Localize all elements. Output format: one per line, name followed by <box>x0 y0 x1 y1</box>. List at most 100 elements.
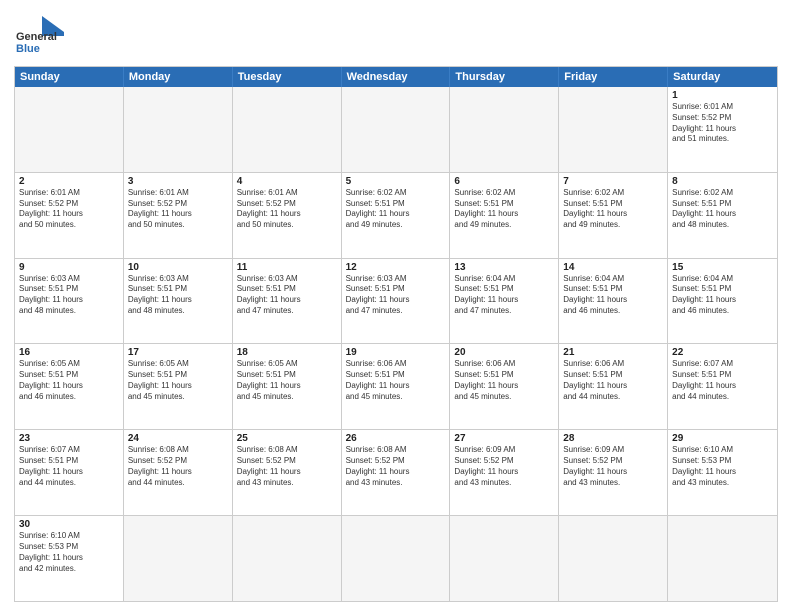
calendar-cell: 10Sunrise: 6:03 AM Sunset: 5:51 PM Dayli… <box>124 259 233 344</box>
calendar-cell: 7Sunrise: 6:02 AM Sunset: 5:51 PM Daylig… <box>559 173 668 258</box>
calendar-row: 2Sunrise: 6:01 AM Sunset: 5:52 PM Daylig… <box>15 173 777 259</box>
day-number: 29 <box>672 433 773 444</box>
day-number: 26 <box>346 433 446 444</box>
cell-info: Sunrise: 6:01 AM Sunset: 5:52 PM Dayligh… <box>128 188 228 231</box>
cell-info: Sunrise: 6:02 AM Sunset: 5:51 PM Dayligh… <box>563 188 663 231</box>
calendar-cell: 22Sunrise: 6:07 AM Sunset: 5:51 PM Dayli… <box>668 344 777 429</box>
cell-info: Sunrise: 6:04 AM Sunset: 5:51 PM Dayligh… <box>454 274 554 317</box>
cell-info: Sunrise: 6:09 AM Sunset: 5:52 PM Dayligh… <box>563 445 663 488</box>
cell-info: Sunrise: 6:06 AM Sunset: 5:51 PM Dayligh… <box>346 359 446 402</box>
header: General Blue <box>14 12 778 60</box>
calendar-header-day: Saturday <box>668 67 777 87</box>
calendar-cell: 12Sunrise: 6:03 AM Sunset: 5:51 PM Dayli… <box>342 259 451 344</box>
calendar-cell <box>342 87 451 172</box>
cell-info: Sunrise: 6:02 AM Sunset: 5:51 PM Dayligh… <box>454 188 554 231</box>
calendar-cell: 25Sunrise: 6:08 AM Sunset: 5:52 PM Dayli… <box>233 430 342 515</box>
calendar-cell: 20Sunrise: 6:06 AM Sunset: 5:51 PM Dayli… <box>450 344 559 429</box>
cell-info: Sunrise: 6:08 AM Sunset: 5:52 PM Dayligh… <box>128 445 228 488</box>
day-number: 27 <box>454 433 554 444</box>
cell-info: Sunrise: 6:04 AM Sunset: 5:51 PM Dayligh… <box>672 274 773 317</box>
cell-info: Sunrise: 6:08 AM Sunset: 5:52 PM Dayligh… <box>346 445 446 488</box>
day-number: 14 <box>563 262 663 273</box>
day-number: 25 <box>237 433 337 444</box>
day-number: 23 <box>19 433 119 444</box>
day-number: 21 <box>563 347 663 358</box>
calendar-cell: 9Sunrise: 6:03 AM Sunset: 5:51 PM Daylig… <box>15 259 124 344</box>
svg-text:Blue: Blue <box>16 43 40 55</box>
calendar-cell: 15Sunrise: 6:04 AM Sunset: 5:51 PM Dayli… <box>668 259 777 344</box>
calendar-cell: 26Sunrise: 6:08 AM Sunset: 5:52 PM Dayli… <box>342 430 451 515</box>
calendar-cell <box>124 516 233 601</box>
day-number: 1 <box>672 90 773 101</box>
calendar-cell: 17Sunrise: 6:05 AM Sunset: 5:51 PM Dayli… <box>124 344 233 429</box>
cell-info: Sunrise: 6:01 AM Sunset: 5:52 PM Dayligh… <box>672 102 773 145</box>
cell-info: Sunrise: 6:01 AM Sunset: 5:52 PM Dayligh… <box>237 188 337 231</box>
day-number: 28 <box>563 433 663 444</box>
calendar: SundayMondayTuesdayWednesdayThursdayFrid… <box>14 66 778 602</box>
cell-info: Sunrise: 6:04 AM Sunset: 5:51 PM Dayligh… <box>563 274 663 317</box>
cell-info: Sunrise: 6:03 AM Sunset: 5:51 PM Dayligh… <box>128 274 228 317</box>
cell-info: Sunrise: 6:10 AM Sunset: 5:53 PM Dayligh… <box>19 531 119 574</box>
cell-info: Sunrise: 6:06 AM Sunset: 5:51 PM Dayligh… <box>563 359 663 402</box>
day-number: 9 <box>19 262 119 273</box>
svg-text:General: General <box>16 31 57 43</box>
cell-info: Sunrise: 6:06 AM Sunset: 5:51 PM Dayligh… <box>454 359 554 402</box>
day-number: 7 <box>563 176 663 187</box>
calendar-cell: 2Sunrise: 6:01 AM Sunset: 5:52 PM Daylig… <box>15 173 124 258</box>
cell-info: Sunrise: 6:01 AM Sunset: 5:52 PM Dayligh… <box>19 188 119 231</box>
calendar-row: 9Sunrise: 6:03 AM Sunset: 5:51 PM Daylig… <box>15 259 777 345</box>
day-number: 24 <box>128 433 228 444</box>
cell-info: Sunrise: 6:05 AM Sunset: 5:51 PM Dayligh… <box>19 359 119 402</box>
logo-area: General Blue <box>14 12 68 60</box>
cell-info: Sunrise: 6:03 AM Sunset: 5:51 PM Dayligh… <box>237 274 337 317</box>
calendar-row: 16Sunrise: 6:05 AM Sunset: 5:51 PM Dayli… <box>15 344 777 430</box>
calendar-header-day: Friday <box>559 67 668 87</box>
calendar-cell <box>559 87 668 172</box>
day-number: 20 <box>454 347 554 358</box>
calendar-cell: 19Sunrise: 6:06 AM Sunset: 5:51 PM Dayli… <box>342 344 451 429</box>
day-number: 11 <box>237 262 337 273</box>
calendar-cell <box>450 87 559 172</box>
calendar-cell: 13Sunrise: 6:04 AM Sunset: 5:51 PM Dayli… <box>450 259 559 344</box>
cell-info: Sunrise: 6:05 AM Sunset: 5:51 PM Dayligh… <box>128 359 228 402</box>
day-number: 17 <box>128 347 228 358</box>
cell-info: Sunrise: 6:07 AM Sunset: 5:51 PM Dayligh… <box>19 445 119 488</box>
calendar-cell <box>668 516 777 601</box>
calendar-header-day: Thursday <box>450 67 559 87</box>
calendar-body: 1Sunrise: 6:01 AM Sunset: 5:52 PM Daylig… <box>15 87 777 601</box>
day-number: 19 <box>346 347 446 358</box>
calendar-cell: 30Sunrise: 6:10 AM Sunset: 5:53 PM Dayli… <box>15 516 124 601</box>
day-number: 8 <box>672 176 773 187</box>
calendar-cell: 8Sunrise: 6:02 AM Sunset: 5:51 PM Daylig… <box>668 173 777 258</box>
day-number: 5 <box>346 176 446 187</box>
day-number: 6 <box>454 176 554 187</box>
cell-info: Sunrise: 6:09 AM Sunset: 5:52 PM Dayligh… <box>454 445 554 488</box>
calendar-header-day: Tuesday <box>233 67 342 87</box>
calendar-cell <box>450 516 559 601</box>
calendar-row: 1Sunrise: 6:01 AM Sunset: 5:52 PM Daylig… <box>15 87 777 173</box>
day-number: 15 <box>672 262 773 273</box>
day-number: 10 <box>128 262 228 273</box>
cell-info: Sunrise: 6:03 AM Sunset: 5:51 PM Dayligh… <box>346 274 446 317</box>
general-blue-logo: General Blue <box>14 12 68 60</box>
day-number: 30 <box>19 519 119 530</box>
day-number: 18 <box>237 347 337 358</box>
calendar-cell <box>233 87 342 172</box>
calendar-cell: 14Sunrise: 6:04 AM Sunset: 5:51 PM Dayli… <box>559 259 668 344</box>
day-number: 12 <box>346 262 446 273</box>
day-number: 13 <box>454 262 554 273</box>
calendar-cell: 11Sunrise: 6:03 AM Sunset: 5:51 PM Dayli… <box>233 259 342 344</box>
calendar-cell: 3Sunrise: 6:01 AM Sunset: 5:52 PM Daylig… <box>124 173 233 258</box>
calendar-cell: 24Sunrise: 6:08 AM Sunset: 5:52 PM Dayli… <box>124 430 233 515</box>
calendar-cell <box>342 516 451 601</box>
calendar-row: 23Sunrise: 6:07 AM Sunset: 5:51 PM Dayli… <box>15 430 777 516</box>
calendar-cell: 23Sunrise: 6:07 AM Sunset: 5:51 PM Dayli… <box>15 430 124 515</box>
calendar-header-day: Monday <box>124 67 233 87</box>
calendar-cell: 28Sunrise: 6:09 AM Sunset: 5:52 PM Dayli… <box>559 430 668 515</box>
calendar-cell: 5Sunrise: 6:02 AM Sunset: 5:51 PM Daylig… <box>342 173 451 258</box>
day-number: 16 <box>19 347 119 358</box>
calendar-cell: 16Sunrise: 6:05 AM Sunset: 5:51 PM Dayli… <box>15 344 124 429</box>
cell-info: Sunrise: 6:03 AM Sunset: 5:51 PM Dayligh… <box>19 274 119 317</box>
cell-info: Sunrise: 6:05 AM Sunset: 5:51 PM Dayligh… <box>237 359 337 402</box>
day-number: 3 <box>128 176 228 187</box>
